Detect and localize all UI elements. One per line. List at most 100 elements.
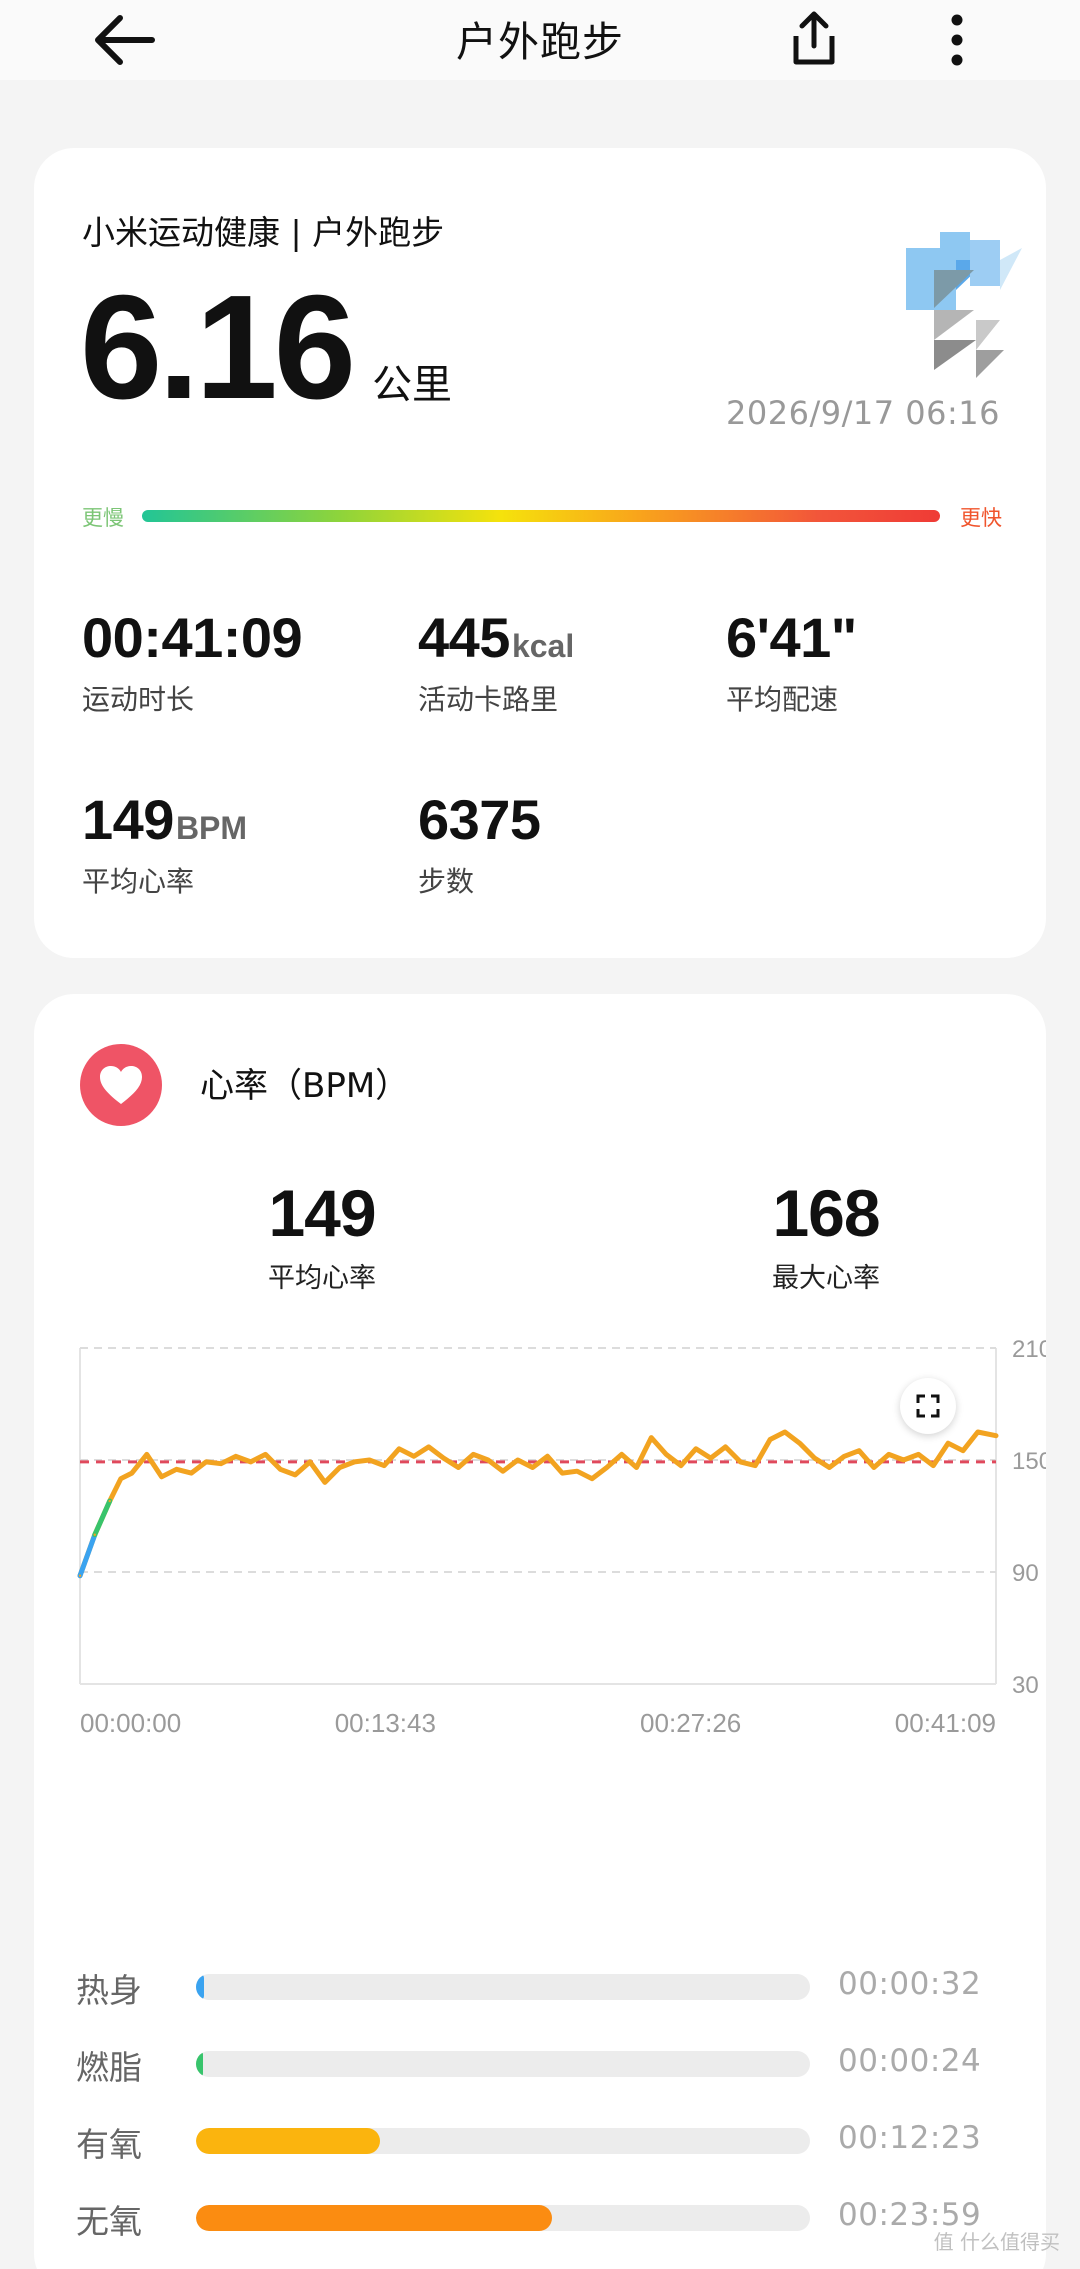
heart-rate-point	[961, 1449, 965, 1452]
heart-rate-point	[486, 1458, 490, 1462]
heart-rate-point	[501, 1470, 505, 1473]
max-heart-rate-summary: 168 最大心率	[706, 1180, 946, 1295]
heart-badge	[80, 1044, 162, 1126]
route-thumbnail-icon[interactable]	[904, 230, 1024, 380]
heart-rate-point	[872, 1466, 876, 1469]
stat-value: 6'41"	[726, 606, 857, 669]
stat-steps: 6375 步数	[418, 792, 541, 900]
heart-rate-point	[813, 1456, 816, 1460]
heart-rate-point	[650, 1436, 653, 1439]
zone-track	[196, 2051, 810, 2077]
heart-rate-point	[78, 1574, 82, 1577]
zone-row-warmup: 热身 00:00:32	[76, 1964, 1016, 2010]
app-source-label: 小米运动健康 | 户外跑步	[82, 213, 445, 252]
heart-rate-point	[308, 1460, 312, 1464]
zone-label: 热身	[76, 1971, 142, 2010]
pace-gradient	[142, 510, 940, 522]
y-tick-label: 30	[1012, 1672, 1039, 1699]
heart-rate-point	[93, 1533, 96, 1536]
pace-fast-label: 更快	[960, 506, 1002, 530]
heart-rate-point	[130, 1471, 134, 1475]
heart-rate-point	[575, 1470, 579, 1473]
heart-rate-point	[204, 1460, 208, 1464]
heart-rate-point	[724, 1445, 727, 1449]
x-tick-label: 00:13:43	[335, 1708, 436, 1738]
heart-rate-point	[294, 1473, 297, 1477]
heart-rate-point	[279, 1468, 282, 1471]
stat-value: 6375	[418, 788, 541, 851]
heart-rate-point	[190, 1471, 193, 1475]
zone-fill	[196, 2128, 381, 2154]
workout-summary-card: 小米运动健康 | 户外跑步 6.16 公里 2026/9/17 06:16 更慢…	[34, 148, 1046, 958]
heart-rate-point	[323, 1481, 327, 1484]
heart-rate-point	[709, 1456, 712, 1460]
fullscreen-icon	[916, 1394, 940, 1418]
stat-calories: 445kcal 活动卡路里	[418, 610, 574, 718]
page-title: 户外跑步	[456, 18, 624, 66]
heart-rate-point	[828, 1466, 831, 1469]
stat-label: 活动卡路里	[418, 683, 559, 716]
avg-heart-rate-label: 平均心率	[268, 1263, 376, 1294]
max-heart-rate-label: 最大心率	[772, 1263, 880, 1294]
stat-duration: 00:41:09 运动时长	[82, 610, 303, 718]
heart-rate-point	[887, 1453, 890, 1456]
heart-rate-point	[457, 1466, 460, 1469]
distance: 6.16 公里	[80, 274, 452, 422]
heart-rate-point	[531, 1466, 534, 1469]
heart-rate-point	[783, 1430, 787, 1434]
heart-rate-point	[679, 1464, 683, 1467]
heart-rate-point	[754, 1464, 757, 1467]
heart-rate-point	[338, 1466, 341, 1469]
heart-rate-point	[857, 1449, 861, 1452]
pace-gradient-bar: 更慢 更快	[82, 498, 1002, 534]
stat-avg-heart-rate: 149BPM 平均心率	[82, 792, 247, 900]
stat-value: 149	[82, 788, 174, 851]
heart-rate-point	[145, 1453, 148, 1456]
stat-label: 平均配速	[726, 683, 839, 716]
more-options-icon[interactable]	[940, 12, 974, 68]
heart-rate-chart[interactable]: 210 150 90 30 00:00:00 00:13:43 00:27:26 00:41:…	[34, 1324, 1046, 1784]
heart-rate-card: 心率（BPM） 149 平均心率 168 最大心率 210 150 90 30 00:0…	[34, 994, 1046, 2269]
watermark: 值 什么值得买	[933, 2230, 1060, 2254]
heart-rate-point	[739, 1460, 742, 1464]
zone-row-fat-burn: 燃脂 00:00:24	[76, 2041, 1016, 2087]
distance-value: 6.16	[80, 265, 356, 430]
workout-datetime: 2026/9/17 06:16	[726, 394, 1000, 432]
zone-fill	[196, 1974, 204, 2000]
stat-label: 步数	[418, 865, 475, 898]
heart-rate-point	[249, 1460, 252, 1464]
heart-rate-point	[620, 1453, 623, 1456]
x-tick-label: 00:41:09	[895, 1708, 996, 1738]
stat-value: 445	[418, 606, 510, 669]
distance-unit: 公里	[372, 362, 453, 408]
heart-rate-point	[932, 1464, 935, 1467]
fat-burn-segment	[92, 1498, 113, 1538]
max-heart-rate-value: 168	[772, 1176, 880, 1250]
heart-rate-point	[635, 1466, 638, 1469]
heart-rate-point	[427, 1445, 430, 1449]
avg-heart-rate-summary: 149 平均心率	[202, 1180, 442, 1295]
heart-rate-point	[234, 1455, 237, 1458]
heart-rate-point	[219, 1462, 223, 1465]
heart-rate-point	[546, 1455, 549, 1458]
heart-rate-point	[976, 1430, 979, 1434]
zone-fill	[196, 2051, 204, 2077]
heart-rate-point	[412, 1455, 416, 1458]
heart-rate-point	[108, 1499, 111, 1503]
expand-chart-button[interactable]	[900, 1378, 956, 1434]
stat-label: 运动时长	[82, 683, 195, 716]
stat-value: 00:41:09	[82, 606, 303, 669]
heart-rate-point	[798, 1442, 801, 1445]
y-tick-label: 90	[1012, 1560, 1039, 1587]
zone-track	[196, 2205, 810, 2231]
heart-rate-point	[368, 1458, 371, 1462]
heart-rate-point	[946, 1442, 950, 1445]
heart-rate-point	[605, 1466, 608, 1469]
zone-label: 有氧	[76, 2125, 142, 2164]
heart-rate-point	[590, 1477, 594, 1480]
share-icon[interactable]	[786, 8, 842, 68]
zone-time: 00:12:23	[838, 2120, 982, 2156]
heart-rate-point	[902, 1458, 905, 1462]
zone-track	[196, 2128, 810, 2154]
heart-rate-point	[119, 1477, 123, 1480]
